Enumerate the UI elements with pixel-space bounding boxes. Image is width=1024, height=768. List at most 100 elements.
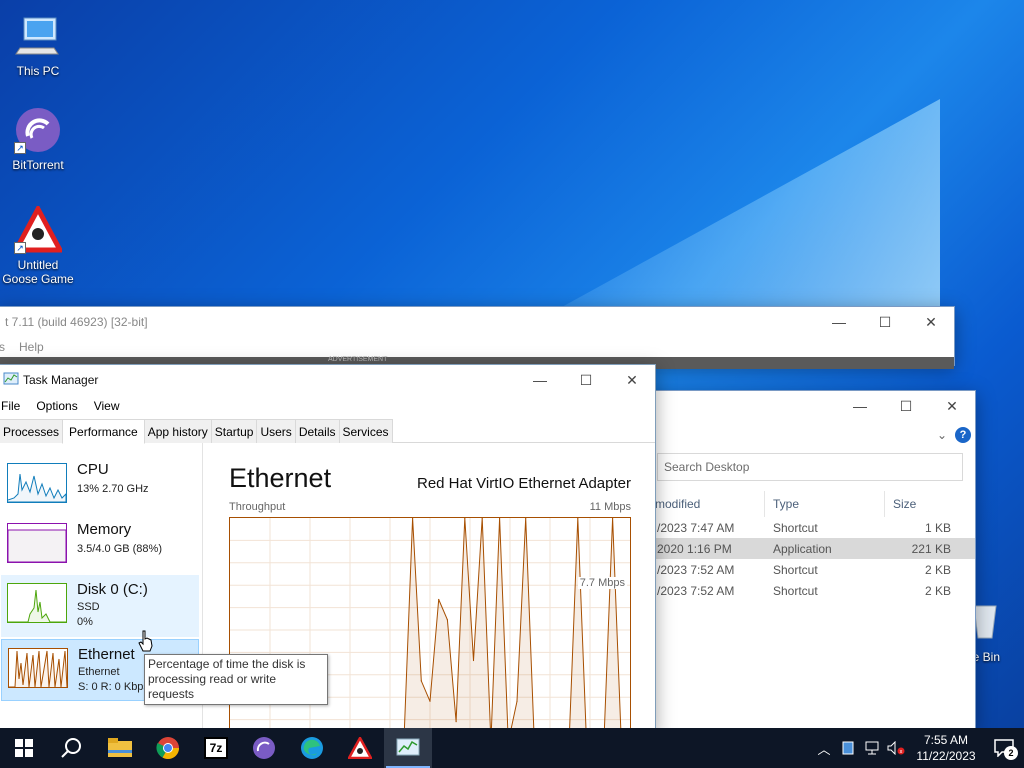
- sidebar-item-cpu[interactable]: CPU 13% 2.70 GHz: [1, 455, 199, 517]
- column-header-type[interactable]: Type: [765, 491, 885, 517]
- sidebar-stat: 0%: [77, 616, 93, 628]
- cell-modified: /2023 7:52 AM: [657, 562, 735, 577]
- explorer-window[interactable]: — ☐ ✕ ⌄ ? Search Desktop modified Type S…: [640, 390, 976, 730]
- adapter-name: Red Hat VirtIO Ethernet Adapter: [416, 475, 631, 492]
- task-manager-icon: [3, 372, 19, 389]
- zip-window[interactable]: t 7.11 (build 46923) [32-bit] — ☐ ✕ s He…: [0, 306, 955, 369]
- taskbar: 7z ︿ x 7:55 AM 11/22/2023 2: [0, 728, 1024, 768]
- expand-ribbon-icon[interactable]: ⌄: [937, 428, 947, 442]
- taskbar-task-manager[interactable]: [384, 728, 432, 768]
- taskbar-chrome[interactable]: [144, 728, 192, 768]
- column-headers: modified Type Size: [641, 491, 975, 517]
- menu-options[interactable]: Options: [36, 399, 77, 413]
- ad-label: ADVERTISEMENT: [328, 356, 388, 363]
- search-input[interactable]: Search Desktop: [657, 453, 963, 481]
- search-button[interactable]: [48, 728, 96, 768]
- menu-item[interactable]: s: [0, 340, 5, 354]
- minimize-button[interactable]: —: [816, 307, 862, 337]
- desktop-icon-label: Untitled Goose Game: [2, 258, 74, 286]
- tab-app-history[interactable]: App history: [143, 419, 212, 443]
- column-header-modified[interactable]: modified: [641, 491, 765, 517]
- desktop-icon-this-pc[interactable]: This PC: [0, 12, 76, 78]
- menu-file[interactable]: File: [1, 399, 20, 413]
- tab-startup[interactable]: Startup: [210, 419, 258, 443]
- table-row-selected[interactable]: 2020 1:16 PM Application 221 KB: [641, 538, 975, 559]
- sidebar-stat: 13% 2.70 GHz: [77, 483, 149, 495]
- edge-icon: [301, 737, 323, 759]
- zip-titlebar[interactable]: t 7.11 (build 46923) [32-bit] — ☐ ✕: [0, 307, 954, 337]
- system-clock[interactable]: 7:55 AM 11/22/2023: [908, 732, 984, 764]
- taskbar-edge[interactable]: [288, 728, 336, 768]
- throughput-data-point: [420, 680, 422, 682]
- menu-item-help[interactable]: Help: [19, 340, 44, 354]
- task-manager-titlebar[interactable]: Task Manager — ☐ ✕: [0, 365, 655, 395]
- close-button[interactable]: ✕: [908, 307, 954, 337]
- desktop-icon-recycle-bin[interactable]: le Bin: [970, 600, 1024, 664]
- task-manager-icon: [396, 738, 420, 756]
- cpu-thumbnail-graph: [7, 463, 67, 503]
- throughput-chart-svg: [229, 517, 631, 743]
- cell-modified: 2020 1:16 PM: [657, 541, 732, 556]
- maximize-button[interactable]: ☐: [862, 307, 908, 337]
- graph-label: Throughput: [229, 501, 286, 513]
- search-icon: [61, 738, 81, 758]
- sidebar-stat: S: 0 R: 0 Kbps: [78, 681, 149, 693]
- taskbar-file-explorer[interactable]: [96, 728, 144, 768]
- taskbar-7zip[interactable]: 7z: [192, 728, 240, 768]
- disk-tooltip: Percentage of time the disk is processin…: [144, 654, 328, 705]
- shortcut-arrow-icon: ↗: [14, 242, 26, 254]
- column-header-size[interactable]: Size: [885, 491, 957, 517]
- 7zip-icon: 7z: [204, 737, 228, 759]
- task-manager-window[interactable]: Task Manager — ☐ ✕ File Options View Pro…: [0, 364, 656, 743]
- cell-modified: /2023 7:52 AM: [657, 583, 735, 598]
- tab-services[interactable]: Services: [338, 419, 393, 443]
- table-row[interactable]: /2023 7:52 AM Shortcut 2 KB: [641, 580, 975, 601]
- table-row[interactable]: /2023 7:52 AM Shortcut 2 KB: [641, 559, 975, 580]
- throughput-data-point: [446, 619, 448, 621]
- taskbar-bittorrent[interactable]: [240, 728, 288, 768]
- chevron-up-icon[interactable]: ︿: [812, 728, 836, 768]
- maximize-button[interactable]: ☐: [563, 365, 609, 395]
- close-button[interactable]: ✕: [609, 365, 655, 395]
- sidebar-item-disk[interactable]: Disk 0 (C:) SSD 0%: [1, 575, 199, 637]
- tab-details[interactable]: Details: [294, 419, 340, 443]
- cell-modified: /2023 7:47 AM: [657, 520, 735, 535]
- graph-mid-label: 7.7 Mbps: [577, 577, 627, 589]
- taskbar-goose-game[interactable]: [336, 728, 384, 768]
- computer-icon: [14, 12, 62, 60]
- desktop-icon-untitled-goose-game[interactable]: ↗ Untitled Goose Game: [0, 203, 76, 286]
- goose-warning-icon: [348, 737, 372, 759]
- sidebar-item-memory[interactable]: Memory 3.5/4.0 GB (88%): [1, 515, 199, 577]
- minimize-button[interactable]: —: [837, 391, 883, 421]
- volume-muted-icon[interactable]: x: [884, 728, 908, 768]
- sidebar-title: Memory: [77, 521, 132, 538]
- minimize-button[interactable]: —: [517, 365, 563, 395]
- cell-type: Application: [773, 541, 832, 556]
- explorer-titlebar[interactable]: — ☐ ✕: [641, 391, 975, 421]
- tablet-icon[interactable]: [836, 728, 860, 768]
- start-button[interactable]: [0, 728, 48, 768]
- disk-thumbnail-graph: [7, 583, 67, 623]
- notification-count-badge: 2: [1004, 746, 1018, 760]
- maximize-button[interactable]: ☐: [883, 391, 929, 421]
- table-row[interactable]: /2023 7:47 AM Shortcut 1 KB: [641, 517, 975, 538]
- action-center-button[interactable]: 2: [984, 728, 1024, 768]
- tab-performance[interactable]: Performance: [62, 419, 145, 444]
- hand-cursor-icon: [138, 630, 154, 652]
- close-button[interactable]: ✕: [929, 391, 975, 421]
- window-title: Task Manager: [23, 373, 99, 387]
- network-icon[interactable]: [860, 728, 884, 768]
- menu-view[interactable]: View: [94, 399, 120, 413]
- bittorrent-icon: [253, 737, 275, 759]
- desktop-icon-bittorrent[interactable]: ↗ BitTorrent: [0, 106, 76, 172]
- cell-type: Shortcut: [773, 520, 818, 535]
- help-icon[interactable]: ?: [955, 427, 971, 443]
- tab-users[interactable]: Users: [256, 419, 296, 443]
- ribbon-row: ⌄ ?: [641, 421, 975, 449]
- desktop-icon-label: le Bin: [970, 650, 1001, 664]
- cell-size: 1 KB: [924, 520, 951, 535]
- clock-date: 11/22/2023: [916, 749, 976, 763]
- tab-processes[interactable]: Processes: [0, 419, 64, 443]
- windows-logo-icon: [15, 739, 33, 757]
- sidebar-title: Ethernet: [78, 646, 135, 663]
